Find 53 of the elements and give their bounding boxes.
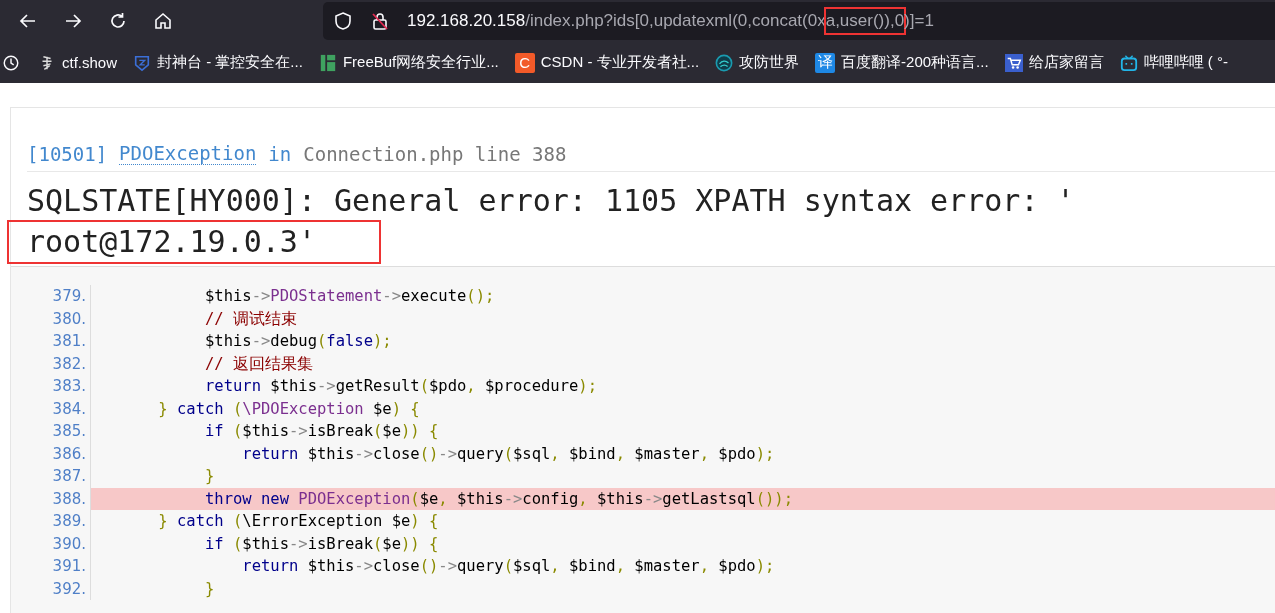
- code-line: } catch (\PDOException $e) {: [157, 398, 421, 420]
- round-emblem-icon: [715, 53, 734, 72]
- line-number: 380.: [11, 307, 91, 330]
- bookmark-link[interactable]: 给店家留言: [1028, 53, 1104, 72]
- line-number: 392.: [11, 577, 91, 600]
- line-number: 390.: [11, 532, 91, 555]
- line-number: 384.: [11, 397, 91, 420]
- translate-icon: 译: [815, 52, 836, 73]
- code-line: return $this->close()->query($sql, $bind, $master, $pdo);: [241, 556, 776, 577]
- reload-icon[interactable]: [108, 11, 128, 31]
- tv-icon: [1119, 53, 1138, 72]
- code-line: if ($this->isBreak($e)) {: [203, 533, 440, 555]
- exception-link[interactable]: PDOException: [119, 142, 257, 165]
- code-line: // 返回结果集: [203, 353, 314, 375]
- bookmark-link[interactable]: 哔哩哔哩 ( °-: [1143, 53, 1228, 72]
- code-line: $this->PDOStatement->execute();: [203, 286, 496, 307]
- line-number: 387.: [11, 465, 91, 488]
- bookmark-link[interactable]: FreeBuf网络安全行业...: [342, 53, 499, 72]
- code-line: if ($this->isBreak($e)) {: [203, 421, 440, 442]
- shield-icon: [133, 53, 152, 72]
- shield-icon[interactable]: [333, 11, 353, 31]
- code-line: return $this->getResult($pdo, $procedure);: [203, 376, 598, 397]
- code-line: return $this->close()->query($sql, $bind, $master, $pdo);: [241, 443, 776, 465]
- bookmark-link[interactable]: CSDN - 专业开发者社...: [540, 53, 700, 72]
- url-text: 192.168.20.158: [407, 10, 526, 32]
- bookmark-link[interactable]: ctf.show: [62, 54, 118, 71]
- line-number: 381.: [11, 330, 91, 353]
- line-number: 389.: [11, 510, 91, 533]
- bookmark-link[interactable]: 百度翻译-200种语言...: [841, 53, 989, 72]
- bookmark-link[interactable]: 攻防世界: [739, 53, 800, 72]
- error-message: root@172.19.0.3': [10, 222, 378, 261]
- code-line: // 调试结束: [203, 308, 298, 330]
- error-location: Connection.php line 388: [303, 143, 567, 165]
- error-code: [10501]: [27, 143, 108, 165]
- letter-icon: C: [514, 52, 535, 73]
- line-number: 385.: [11, 420, 91, 443]
- in-text: in: [268, 143, 292, 165]
- line-number: 379.: [11, 285, 91, 308]
- code-line: } catch (\ErrorException $e) {: [157, 511, 440, 532]
- line-number: 382.: [11, 352, 91, 375]
- code-line: $this->debug(false);: [203, 331, 393, 352]
- lock-slashed-icon[interactable]: [370, 11, 390, 31]
- bookmark-link[interactable]: 封神台 - 掌控安全在...: [157, 53, 303, 72]
- history-clock-icon[interactable]: [2, 53, 20, 72]
- home-icon[interactable]: [153, 11, 173, 31]
- line-number: 391.: [11, 555, 91, 578]
- code-line: }: [203, 578, 216, 600]
- error-message: SQLSTATE[HY000]: General error: 1105 XPATH syntax error: ': [27, 181, 1075, 220]
- line-number: 386.: [11, 442, 91, 465]
- bars-logo-icon: [318, 53, 337, 72]
- line-number: 383.: [11, 375, 91, 398]
- code-line: }: [203, 466, 216, 487]
- cart-icon: [1004, 53, 1023, 72]
